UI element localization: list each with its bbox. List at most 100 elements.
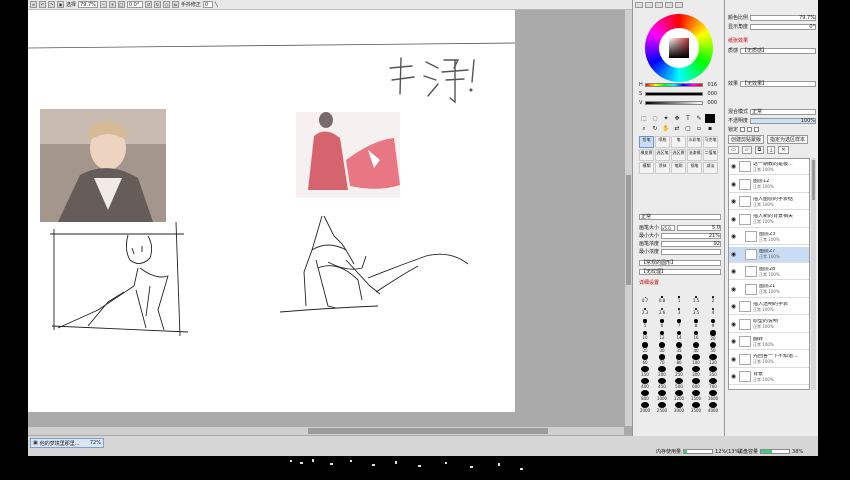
eye-icon[interactable]: ◉ (57, 1, 64, 8)
size-preset[interactable]: 50 (705, 342, 721, 353)
visibility-eye-icon[interactable]: ◉ (730, 251, 737, 258)
layer-row[interactable]: ◉ 先回答一下不知道... 正常 100% (729, 351, 809, 368)
layer-row[interactable]: ◉ 插入图层的手表结 正常 100% (729, 194, 809, 210)
size-preset[interactable]: 3.5 (688, 306, 704, 317)
value-slider[interactable]: V 000 (639, 100, 719, 106)
rgb-slider-tab[interactable] (645, 2, 653, 8)
open-file-tab[interactable]: ▣ 他的梦境里那里... 72% (30, 438, 104, 448)
size-preset[interactable]: 300 (688, 366, 704, 377)
brush-tool-0[interactable]: 铅笔 (639, 136, 654, 148)
layer-list-scrollbar[interactable] (811, 158, 816, 390)
copy-layer-icon[interactable]: ⧉ (754, 146, 765, 154)
min-density-row[interactable]: 最小浓度 (639, 248, 721, 255)
visibility-eye-icon[interactable]: ◉ (730, 373, 737, 380)
effect-row[interactable]: 效果 【无效果】 (728, 80, 816, 87)
size-preset[interactable]: 400 (637, 378, 653, 389)
swatch-tab[interactable] (665, 2, 673, 8)
mixer-tab[interactable] (675, 2, 683, 8)
size-preset[interactable]: 200 (654, 366, 670, 377)
size-preset[interactable]: 10 (637, 330, 653, 341)
size-preset[interactable]: 3500 (688, 402, 704, 413)
size-preset[interactable]: 8 (688, 318, 704, 329)
primary-color-icon[interactable] (705, 114, 715, 123)
brush-tool-2[interactable]: 笔 (671, 136, 686, 148)
brush-tool-14[interactable]: 减淡 (703, 162, 718, 174)
transparent-icon[interactable]: ▢ (683, 124, 693, 133)
canvas-opacity-row[interactable]: 颜色比例 79.7% (728, 14, 816, 21)
move-icon[interactable]: ✥ (672, 114, 682, 123)
saturation-value-square[interactable] (669, 38, 689, 58)
size-preset[interactable]: 14 (671, 330, 687, 341)
visibility-eye-icon[interactable]: ◉ (730, 286, 737, 293)
size-preset[interactable]: 3 (671, 306, 687, 317)
size-preset[interactable]: 80 (671, 354, 687, 365)
drawing-canvas[interactable] (28, 10, 515, 412)
horizontal-scroll-thumb[interactable] (308, 428, 548, 434)
size-preset[interactable]: 35 (671, 342, 687, 353)
saturation-slider[interactable]: S 000 (639, 91, 719, 97)
layer-row[interactable]: ◉ 图层23 正常 100% (729, 229, 809, 245)
select-label[interactable]: 选择 (66, 1, 76, 8)
size-preset[interactable]: 9 (705, 318, 721, 329)
layer-row[interactable]: ◉ 插入新的背景相关 正常 100% (729, 211, 809, 228)
size-preset[interactable]: 2.3 (637, 306, 653, 317)
layer-row[interactable]: ◉ 原型的说明 正常 100% (729, 316, 809, 333)
size-preset[interactable]: 0.7 (637, 294, 653, 305)
size-preset[interactable]: 700 (705, 378, 721, 389)
visibility-eye-icon[interactable]: ◉ (730, 268, 737, 275)
size-preset[interactable]: 1 (671, 294, 687, 305)
color-wheel-tab[interactable] (635, 2, 643, 8)
size-preset[interactable]: 3000 (671, 402, 687, 413)
layer-scroll-thumb[interactable] (812, 160, 815, 200)
brush-texture-row[interactable]: 【无纹理】 (639, 268, 721, 275)
size-preset[interactable]: 4000 (705, 402, 721, 413)
brush-tool-10[interactable]: 模糊 (639, 162, 654, 174)
size-preset[interactable]: 25 (637, 342, 653, 353)
size-preset[interactable]: 40 (688, 342, 704, 353)
visibility-eye-icon[interactable]: ◉ (730, 198, 737, 205)
rotate-left-icon[interactable]: ↺ (144, 1, 152, 8)
undo-icon[interactable]: ↶ (39, 1, 46, 8)
visibility-eye-icon[interactable]: ◉ (730, 321, 737, 328)
size-preset[interactable]: 350 (705, 366, 721, 377)
size-preset[interactable]: 5 (637, 318, 653, 329)
size-preset[interactable]: 30 (654, 342, 670, 353)
lock-row[interactable]: 锁定 (728, 126, 816, 133)
min-size-row[interactable]: 最小大小 21% (639, 232, 721, 239)
brush-size-row[interactable]: 画笔大小 x5.0 5.0 (639, 224, 721, 231)
size-preset[interactable]: 600 (688, 378, 704, 389)
clipping-mask-button[interactable]: 创建剪贴蒙版 (728, 135, 765, 144)
canvas-vertical-scrollbar[interactable] (625, 10, 632, 426)
size-preset[interactable]: 120 (705, 354, 721, 365)
swap-icon[interactable]: ⇄ (672, 124, 682, 133)
brush-shape-row[interactable]: 【常规的圆形】 (639, 259, 721, 266)
magic-wand-icon[interactable]: ✦ (661, 114, 671, 123)
brush-tool-8[interactable]: 油漆桶 (687, 149, 702, 161)
zoom-field[interactable]: 79.7% (78, 1, 98, 8)
size-preset[interactable]: 4 (705, 306, 721, 317)
rotate-tool-icon[interactable]: ↻ (650, 124, 660, 133)
size-preset[interactable]: 0.8 (654, 294, 670, 305)
lock-checkbox-2[interactable] (747, 127, 753, 132)
blend-mode-row[interactable]: 正常 (639, 213, 721, 220)
canvas-rotation-row[interactable]: 显示角度 0° (728, 23, 816, 30)
size-preset[interactable]: 2 (705, 294, 721, 305)
advanced-settings-toggle[interactable]: 详细设置 (639, 279, 721, 286)
size-preset[interactable]: 150 (637, 366, 653, 377)
brush-density-row[interactable]: 画笔浓度 92 (639, 240, 721, 247)
lock-checkbox-1[interactable] (740, 127, 746, 132)
layer-row[interactable]: ◉ 翻转 正常 100% (729, 334, 809, 350)
stabilizer-field[interactable]: 0 (202, 1, 213, 8)
layer-row[interactable]: ◉ 图层28 正常 100% (729, 264, 809, 280)
selection-source-button[interactable]: 指定为选区样本 (767, 135, 809, 144)
hue-slider[interactable]: H 016 (639, 82, 719, 88)
size-preset[interactable]: 450 (654, 378, 670, 389)
size-preset[interactable]: 1000 (654, 390, 670, 401)
redo-icon[interactable]: ↷ (48, 1, 55, 8)
color-wheel[interactable] (645, 14, 713, 82)
brush-tool-5[interactable]: 橡皮擦 (639, 149, 654, 161)
size-preset[interactable]: 20 (705, 330, 721, 341)
hsv-slider-tab[interactable] (655, 2, 663, 8)
new-layer-icon[interactable]: ▭ (728, 146, 739, 154)
visibility-eye-icon[interactable]: ◉ (730, 338, 737, 345)
